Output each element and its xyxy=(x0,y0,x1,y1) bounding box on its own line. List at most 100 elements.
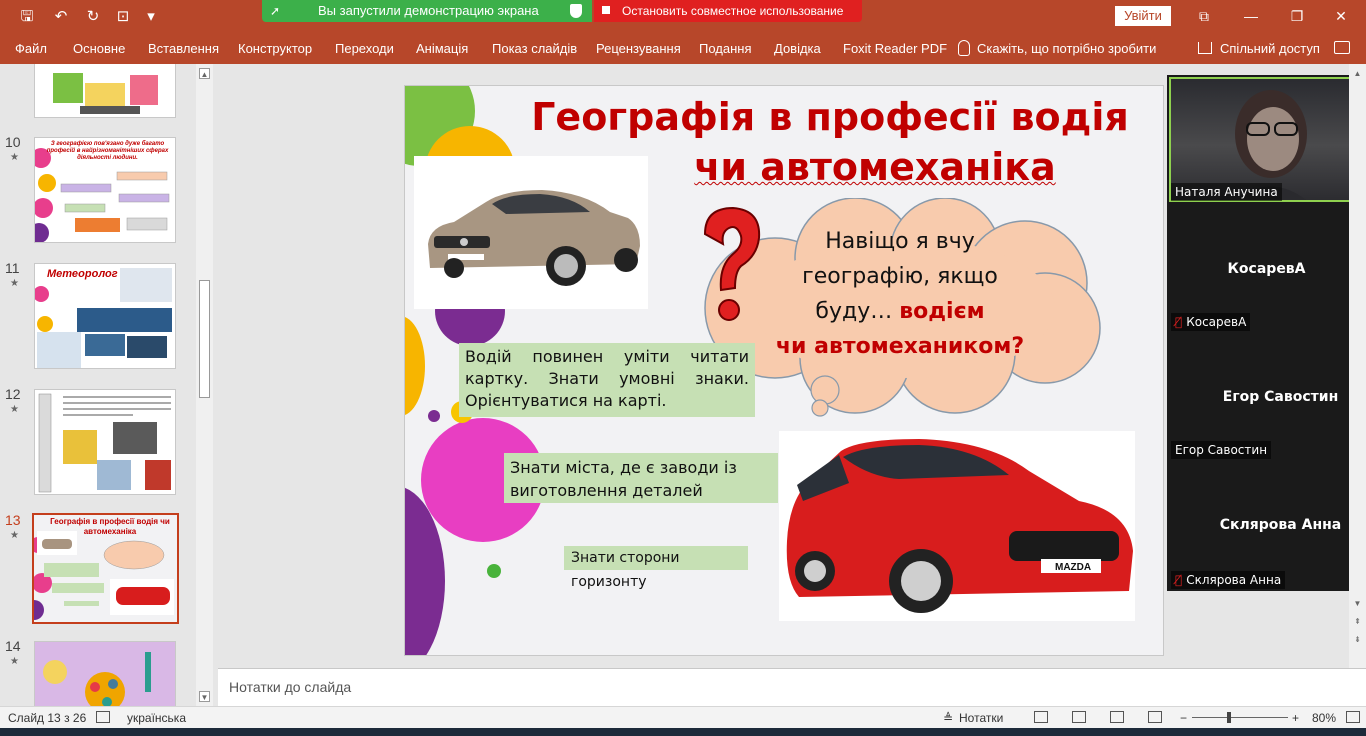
undo-icon[interactable]: ↶ xyxy=(50,6,72,28)
login-button[interactable]: Увійти xyxy=(1115,6,1171,26)
cloud-question-text[interactable]: Навіщо я вчу географію, якщо буду… водіє… xyxy=(750,224,1050,364)
maximize-button[interactable]: ❐ xyxy=(1282,6,1312,26)
ribbon-display-icon[interactable]: ⧉ xyxy=(1189,6,1219,26)
tab-insert[interactable]: Вставлення xyxy=(148,41,219,56)
share-icon xyxy=(1198,42,1212,54)
cloud-red-mechanic: чи автомехаником? xyxy=(775,334,1025,359)
normal-view-icon[interactable] xyxy=(1034,711,1048,723)
tab-animations[interactable]: Анімація xyxy=(416,41,468,56)
notes-pane[interactable]: Нотатки до слайда xyxy=(218,668,1366,706)
close-button[interactable]: ✕ xyxy=(1326,6,1356,26)
save-icon[interactable]: 🖫 xyxy=(16,6,38,28)
tell-me-search[interactable]: Скажіть, що потрібно зробити xyxy=(977,41,1156,56)
tab-slideshow[interactable]: Показ слайдів xyxy=(492,41,577,56)
cloud-line-3-text: буду… xyxy=(815,299,900,324)
slideshow-view-icon[interactable] xyxy=(1148,711,1162,723)
cloud-red-driver: водієм xyxy=(899,299,985,324)
participant-tile-4[interactable]: Склярова Анна 🎙̸ Склярова Анна xyxy=(1167,461,1366,591)
next-slide-icon[interactable]: ⇟ xyxy=(1352,634,1363,645)
notes-toggle-icon[interactable]: ≜ xyxy=(943,711,953,725)
slide-thumbnail-panel: 10 ★ З географією пов'язано дуже багато … xyxy=(0,64,215,706)
tab-transitions[interactable]: Переходи xyxy=(335,41,394,56)
status-bar: Слайд 13 з 26 українська ≜ Нотатки − + 8… xyxy=(0,706,1366,728)
slide-counter: Слайд 13 з 26 xyxy=(8,711,87,725)
slide-thumbnail-11[interactable]: Метеоролог xyxy=(34,263,176,369)
comments-icon[interactable] xyxy=(1334,41,1350,54)
zoom-slider-handle[interactable] xyxy=(1227,712,1231,723)
participant-label: Егор Савостин xyxy=(1171,441,1272,459)
slide-sorter-icon[interactable] xyxy=(1072,711,1086,723)
zoom-in-icon[interactable]: + xyxy=(1292,711,1299,725)
minimize-button[interactable]: — xyxy=(1236,6,1266,26)
video-participants-panel: Наталя Анучина КосаревА 🎙̸ КосаревА Егор … xyxy=(1167,75,1366,591)
participant-label-text: Склярова Анна xyxy=(1186,573,1282,587)
slide-number-14: 14 xyxy=(5,638,21,654)
slide-10-title: З географією пов'язано дуже багато профе… xyxy=(46,141,169,161)
slide-thumbnail-14[interactable] xyxy=(34,641,176,706)
tab-home[interactable]: Основне xyxy=(73,41,125,56)
participant-name: Склярова Анна xyxy=(1219,517,1342,533)
previous-slide-icon[interactable]: ⇞ xyxy=(1352,616,1363,627)
scroll-thumb[interactable] xyxy=(199,280,210,398)
stop-icon xyxy=(602,6,610,14)
title-bar: 🖫 ↶ ↻ ⊡ ▾ ➚ Вы запустили демонстрацию эк… xyxy=(0,0,1366,34)
slide-thumbnail-9[interactable] xyxy=(34,64,176,118)
text-box-driver-skills[interactable]: Водій повинен уміти читати картку. Знати… xyxy=(459,343,755,417)
scroll-down-arrow-icon[interactable]: ▼ xyxy=(199,691,210,702)
customize-toolbar-icon[interactable]: ▾ xyxy=(140,6,162,28)
fit-to-window-icon[interactable] xyxy=(1346,711,1360,723)
deco-circle xyxy=(487,564,501,578)
star-icon: ★ xyxy=(10,278,19,289)
participant-tile-3[interactable]: Егор Савостин Егор Савостин xyxy=(1167,333,1366,461)
slide-thumbnail-12[interactable] xyxy=(34,389,176,495)
stop-share-label: Остановить совместное использование xyxy=(622,4,844,18)
participant-label: 🎙̸ КосаревА xyxy=(1171,313,1251,331)
car-image-passat[interactable] xyxy=(414,156,648,309)
slide-number-12: 12 xyxy=(5,386,21,402)
tab-view[interactable]: Подання xyxy=(699,41,752,56)
slide-canvas[interactable]: Географія в професії водія чи автомехані… xyxy=(404,85,1164,656)
slide-thumbnail-10[interactable]: З географією пов'язано дуже багато профе… xyxy=(34,137,176,243)
tab-foxit[interactable]: Foxit Reader PDF xyxy=(843,41,947,56)
scroll-up-arrow-icon[interactable]: ▲ xyxy=(1352,68,1363,79)
notes-button[interactable]: Нотатки xyxy=(959,711,1003,725)
participant-name-label: Наталя Анучина xyxy=(1171,183,1282,201)
os-taskbar xyxy=(0,728,1366,736)
slide-thumbnail-13[interactable]: Географія в професії водія чи автомехані… xyxy=(32,513,179,624)
deco-circle xyxy=(405,316,425,416)
star-icon: ★ xyxy=(10,404,19,415)
zoom-level[interactable]: 80% xyxy=(1312,711,1336,725)
share-banner-text: Вы запустили демонстрацию экрана xyxy=(318,3,539,18)
share-button[interactable]: Спільний доступ xyxy=(1220,41,1320,56)
notes-placeholder: Нотатки до слайда xyxy=(229,679,352,695)
zoom-slider-track[interactable] xyxy=(1192,717,1288,718)
cloud-line-1: Навіщо я вчу xyxy=(825,229,975,254)
slideshow-icon[interactable]: ⊡ xyxy=(112,6,134,28)
scroll-down-arrow-icon[interactable]: ▼ xyxy=(1352,598,1363,609)
tab-review[interactable]: Рецензування xyxy=(596,41,681,56)
car-image-mazda[interactable]: MAZDA xyxy=(779,431,1135,621)
zoom-out-icon[interactable]: − xyxy=(1180,711,1187,725)
title-line-1: Географія в професії водія xyxy=(531,95,1129,139)
stop-share-button[interactable]: Остановить совместное использование xyxy=(594,0,862,22)
slide-11-title: Метеоролог xyxy=(47,268,118,280)
scroll-up-arrow-icon[interactable]: ▲ xyxy=(199,68,210,79)
participant-tile-1[interactable]: Наталя Анучина xyxy=(1167,75,1366,205)
tab-file[interactable]: Файл xyxy=(15,41,47,56)
cloud-line-3: буду… водієм xyxy=(750,294,1050,329)
language-indicator[interactable]: українська xyxy=(127,711,186,725)
participant-tile-2[interactable]: КосаревА 🎙̸ КосаревА xyxy=(1167,205,1366,333)
spellcheck-icon[interactable] xyxy=(96,711,110,723)
text-box-cardinal-directions[interactable]: Знати сторони горизонту xyxy=(564,546,748,590)
reading-view-icon[interactable] xyxy=(1110,711,1124,723)
text-box-factory-cities[interactable]: Знати міста, де є заводи із виготовлення… xyxy=(504,453,778,503)
tab-help[interactable]: Довідка xyxy=(774,41,821,56)
participant-label-text: КосаревА xyxy=(1186,315,1247,329)
redo-icon[interactable]: ↻ xyxy=(82,6,104,28)
participant-name: Егор Савостин xyxy=(1222,389,1339,405)
cloud-line-2: географію, якщо xyxy=(802,264,998,289)
thumbnail-scrollbar[interactable]: ▲ ▼ xyxy=(196,64,213,706)
slide-scrollbar[interactable]: ▲ ▼ ⇞ ⇟ xyxy=(1349,64,1366,668)
tab-design[interactable]: Конструктор xyxy=(238,41,312,56)
car-passat-drawing xyxy=(428,190,640,286)
